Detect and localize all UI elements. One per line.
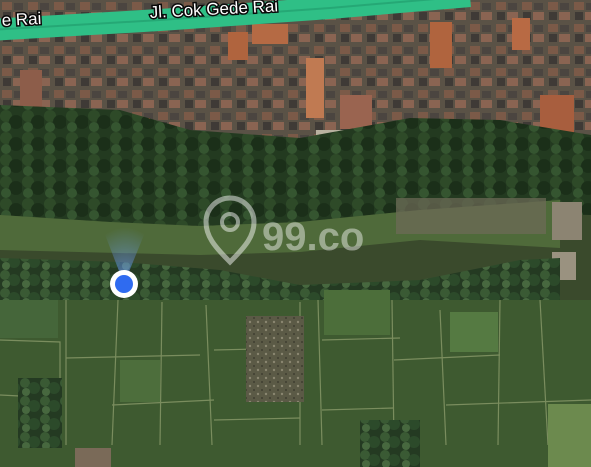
- satellite-map[interactable]: e Rai Jl. Cok Gede Rai 99.co: [0, 0, 591, 467]
- dry-field: [246, 316, 304, 402]
- tree-cluster: [18, 378, 62, 448]
- orange-roof: [228, 32, 248, 60]
- orange-roof: [512, 18, 530, 50]
- orange-roof: [306, 58, 324, 118]
- orange-roof: [20, 70, 42, 110]
- bright-field: [548, 404, 591, 467]
- tree-cluster: [360, 420, 420, 467]
- watermark-text: 99.co: [262, 215, 364, 259]
- palm-tree-band: [0, 258, 560, 302]
- building: [552, 202, 582, 240]
- location-marker[interactable]: [115, 275, 133, 293]
- orange-roof: [340, 95, 372, 129]
- field-patch: [120, 360, 160, 402]
- field-patch: [0, 300, 58, 338]
- orange-roof: [430, 22, 452, 68]
- field-patch: [450, 312, 498, 352]
- dirt-patch: [396, 198, 546, 234]
- field-patch: [324, 290, 390, 335]
- orange-roof: [252, 24, 288, 44]
- building: [75, 448, 111, 467]
- orange-roof: [540, 95, 574, 133]
- road-name-left: e Rai: [1, 9, 42, 30]
